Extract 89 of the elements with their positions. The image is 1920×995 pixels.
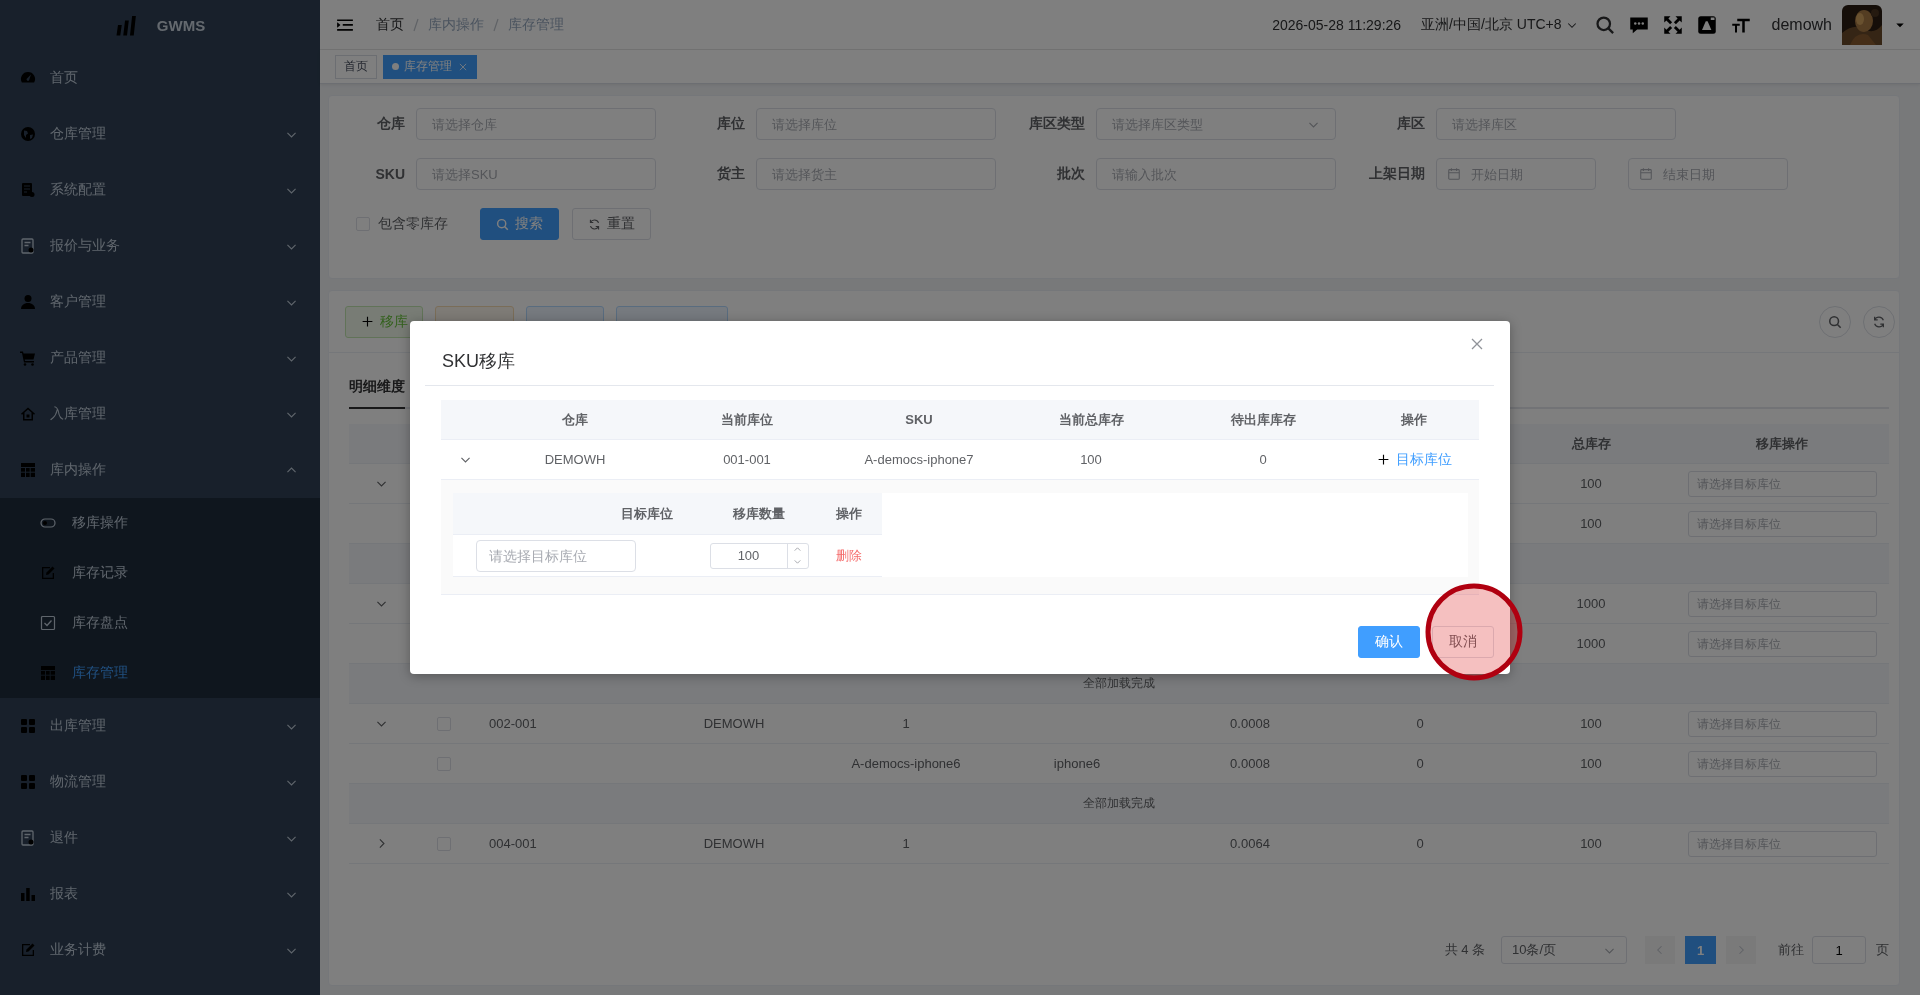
sidebar-subitem[interactable]: 库存盘点 [0, 598, 320, 648]
column-header: 总库存 [1570, 434, 1612, 453]
sidebar-item[interactable]: 业务计费 [0, 922, 320, 978]
timezone-dropdown[interactable]: 亚洲/中国/北京 UTC+8 [1421, 15, 1578, 34]
table-cell: A-democs-iphone7 [864, 452, 974, 467]
field-label: 上架日期 [1368, 165, 1425, 183]
sidebar-subitem[interactable]: 库存记录 [0, 548, 320, 598]
sidebar-subitem[interactable]: 移库操作 [0, 498, 320, 548]
app-name: GWMS [156, 16, 206, 34]
checkbox-label[interactable]: 包含零库存 [378, 215, 448, 233]
column-header: 仓库 [561, 410, 589, 429]
table-cell: iphone6 [1053, 756, 1101, 771]
sidebar-item[interactable]: 入库管理 [0, 386, 320, 442]
confirm-button[interactable]: 确认 [1358, 626, 1420, 658]
column-header: 操作 [834, 504, 863, 523]
toolbar-button[interactable]: 移库 [345, 305, 423, 338]
sidebar-item[interactable]: 首页 [0, 50, 320, 106]
table-cell: 004-001 [489, 836, 537, 851]
sidebar-item[interactable]: 退件 [0, 810, 320, 866]
table-cell: 0.0008 [1230, 756, 1270, 771]
table-cell: 0 [1416, 836, 1424, 851]
table-cell: A-democs-iphone6 [851, 756, 961, 771]
sidebar-item[interactable]: 报价与业务 [0, 218, 320, 274]
sidebar-item[interactable]: 报表 [0, 866, 320, 922]
field-label: 货主 [716, 165, 745, 183]
goto-label: 前往 [1778, 941, 1804, 959]
field-label: 仓库 [376, 115, 405, 133]
load-complete-text: 全部加载完成 [1083, 795, 1155, 812]
column-header: 当前总库存 [1057, 410, 1125, 429]
table-cell: 002-001 [489, 716, 537, 731]
table-cell: 0 [1416, 756, 1424, 771]
sidebar-item[interactable]: 客户管理 [0, 274, 320, 330]
tab[interactable]: 库存管理 [383, 54, 477, 79]
table-cell: 100 [1580, 716, 1602, 731]
page-label: 页 [1876, 941, 1889, 959]
sidebar-subitem[interactable]: 库存管理 [0, 648, 320, 698]
column-header: 移库操作 [1755, 434, 1809, 453]
field-label: 库区 [1396, 115, 1425, 133]
table-cell: DEMOWH [703, 716, 765, 731]
search-button[interactable]: 搜索 [480, 208, 559, 240]
page-input[interactable]: 1 [1812, 936, 1866, 964]
field-label: SKU [374, 166, 405, 182]
table-cell: 100 [1080, 452, 1102, 467]
add-location-link[interactable]: 目标库位 [1376, 450, 1452, 469]
column-header: 移库数量 [732, 504, 786, 523]
dialog-title: SKU移库 [442, 350, 515, 373]
breadcrumb-link[interactable]: 首页 [376, 15, 404, 34]
column-header: 目标库位 [620, 504, 674, 523]
column-header: 当前库位 [720, 410, 774, 429]
tab[interactable]: 明细维度 [349, 367, 405, 409]
table-cell: 100 [1580, 516, 1602, 531]
sidebar-item[interactable]: 系统配置 [0, 162, 320, 218]
column-header: 待出库库存 [1229, 410, 1297, 429]
table-cell: 1 [902, 836, 910, 851]
table-cell: 0.0008 [1230, 716, 1270, 731]
field-label: 库位 [716, 115, 745, 133]
total-count: 共 4 条 [1444, 941, 1485, 959]
load-complete-text: 全部加载完成 [1083, 675, 1155, 692]
table-cell: 100 [1580, 756, 1602, 771]
field-label: 库区类型 [1028, 115, 1085, 133]
sidebar-item[interactable]: 仓库管理 [0, 106, 320, 162]
field-label: 批次 [1056, 165, 1085, 183]
sidebar-item[interactable]: 产品管理 [0, 330, 320, 386]
sidebar-item[interactable]: 库内操作 [0, 442, 320, 498]
column-header: SKU [904, 411, 934, 429]
tab[interactable]: 首页 [335, 54, 377, 79]
page-size-select[interactable]: 10条/页 [1501, 936, 1627, 964]
table-cell: 001-001 [723, 452, 771, 467]
table-cell: 100 [1580, 476, 1602, 491]
table-cell: 1000 [1576, 596, 1606, 611]
page-button[interactable]: 1 [1685, 936, 1716, 964]
delete-link[interactable]: 删除 [835, 546, 862, 565]
table-cell: 0 [1259, 452, 1267, 467]
sidebar-item[interactable]: 物流管理 [0, 754, 320, 810]
number-input[interactable]: 100 [710, 543, 787, 568]
reset-button[interactable]: 重置 [572, 208, 651, 240]
username[interactable]: demowh [1771, 15, 1832, 34]
table-cell: 100 [1580, 836, 1602, 851]
column-header: 操作 [1400, 410, 1428, 429]
table-cell: DEMOWH [544, 452, 606, 467]
table-cell: 0.0064 [1230, 836, 1270, 851]
input-field[interactable]: 请选择目标库位 [476, 539, 636, 572]
table-cell: 1 [902, 716, 910, 731]
table-cell: 1000 [1576, 636, 1606, 651]
number-field[interactable]: 100 [709, 542, 809, 569]
table-cell: 0 [1416, 716, 1424, 731]
datetime-text: 2026-05-28 11:29:26 [1272, 16, 1402, 33]
sidebar-item[interactable]: 出库管理 [0, 698, 320, 754]
table-cell: DEMOWH [703, 836, 765, 851]
